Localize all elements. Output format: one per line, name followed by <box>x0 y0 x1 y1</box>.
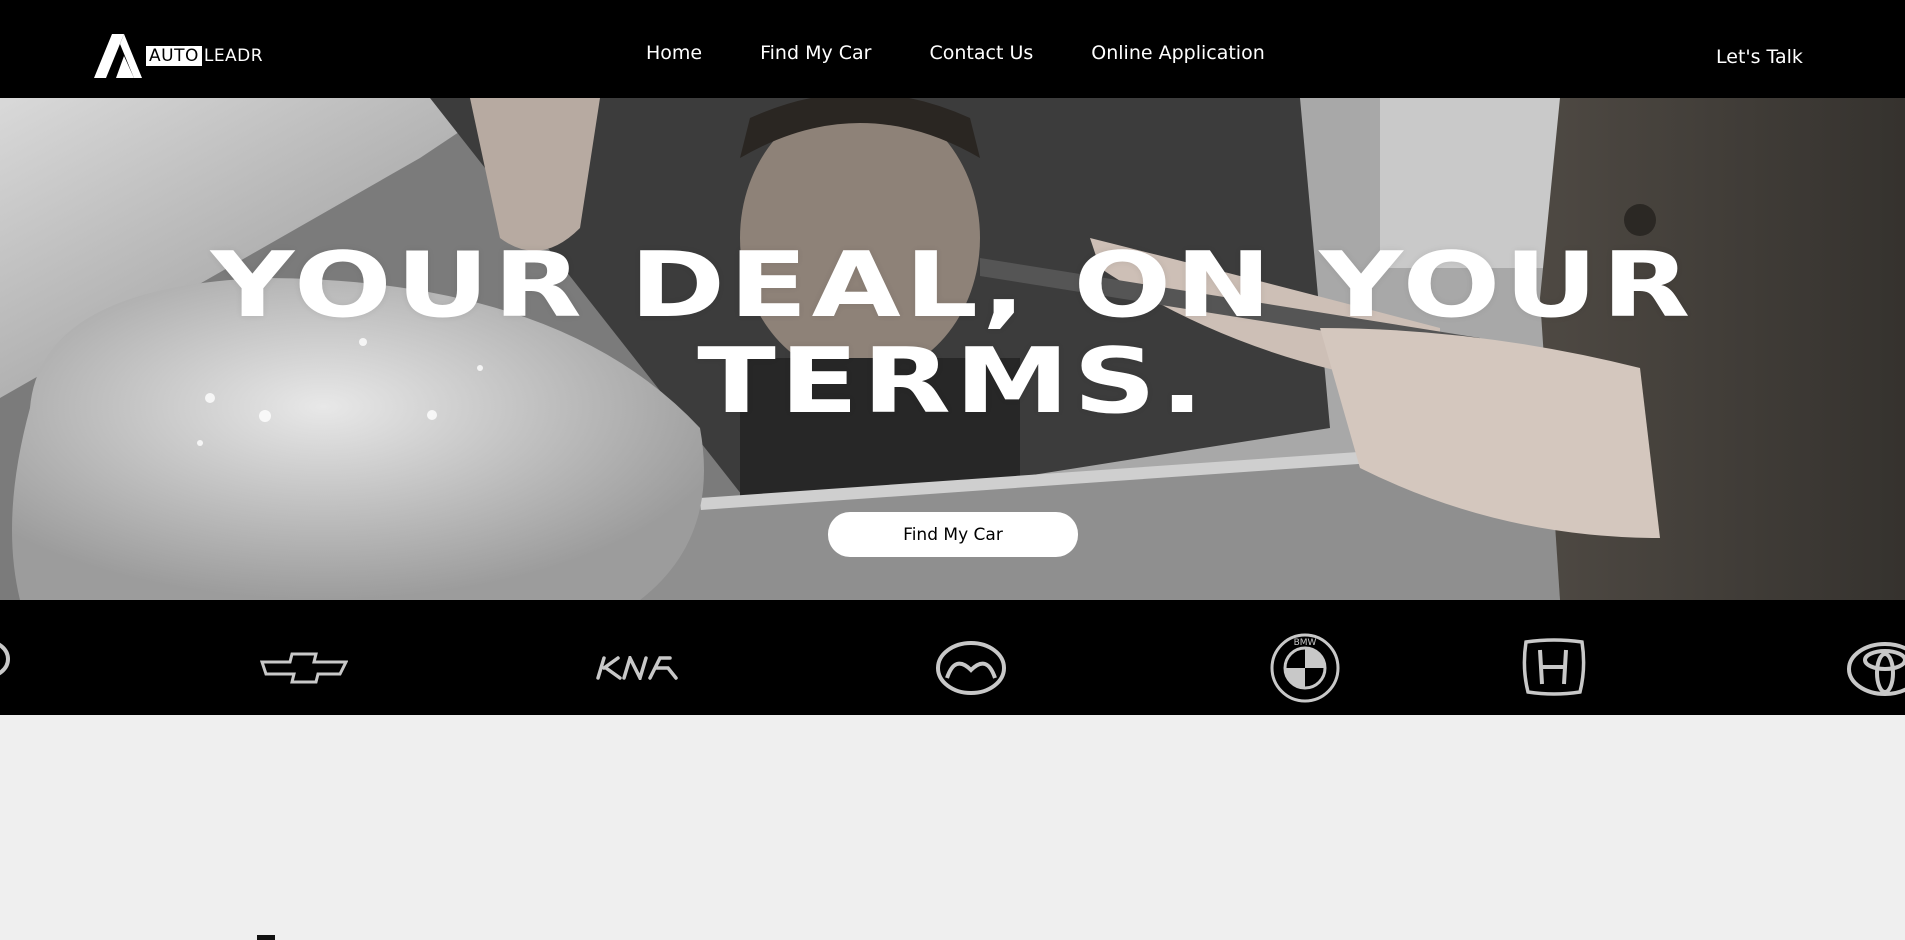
partial-logo-icon <box>0 642 10 676</box>
nav-contact-us[interactable]: Contact Us <box>929 42 1033 64</box>
hero-headline: YOUR DEAL, ON YOUR TERMS. <box>0 238 1905 430</box>
svg-text:BMW: BMW <box>1294 638 1317 648</box>
bmw-icon: BMW <box>1270 633 1340 703</box>
logo-text-leadr: LEADR <box>203 46 264 66</box>
autoleadr-logo[interactable]: AUTO LEADR <box>94 34 263 78</box>
logo-a-icon <box>94 34 142 78</box>
nav-online-application[interactable]: Online Application <box>1091 42 1265 64</box>
logo-wordmark: AUTO LEADR <box>146 45 263 67</box>
find-my-car-button[interactable]: Find My Car <box>828 512 1078 557</box>
chevrolet-icon <box>260 652 348 684</box>
section-heading-fragment <box>257 935 275 940</box>
lets-talk-link[interactable]: Let's Talk <box>1716 46 1803 68</box>
honda-icon <box>1522 638 1586 696</box>
logo-text-auto: AUTO <box>146 46 202 66</box>
mazda-icon <box>936 641 1006 695</box>
nav-find-my-car[interactable]: Find My Car <box>760 42 871 64</box>
hero-headline-line1: YOUR DEAL, ON YOUR <box>210 233 1695 338</box>
site-header: AUTO LEADR Home Find My Car Contact Us O… <box>0 0 1905 98</box>
brand-logo-strip: BMW <box>0 600 1905 715</box>
kia-icon <box>596 656 678 680</box>
content-section <box>0 715 1905 940</box>
hero-headline-line2: TERMS. <box>697 329 1208 434</box>
nav-home[interactable]: Home <box>646 42 702 64</box>
hero-section: YOUR DEAL, ON YOUR TERMS. Find My Car <box>0 98 1905 600</box>
toyota-icon <box>1847 642 1905 696</box>
main-nav: Home Find My Car Contact Us Online Appli… <box>646 42 1265 64</box>
